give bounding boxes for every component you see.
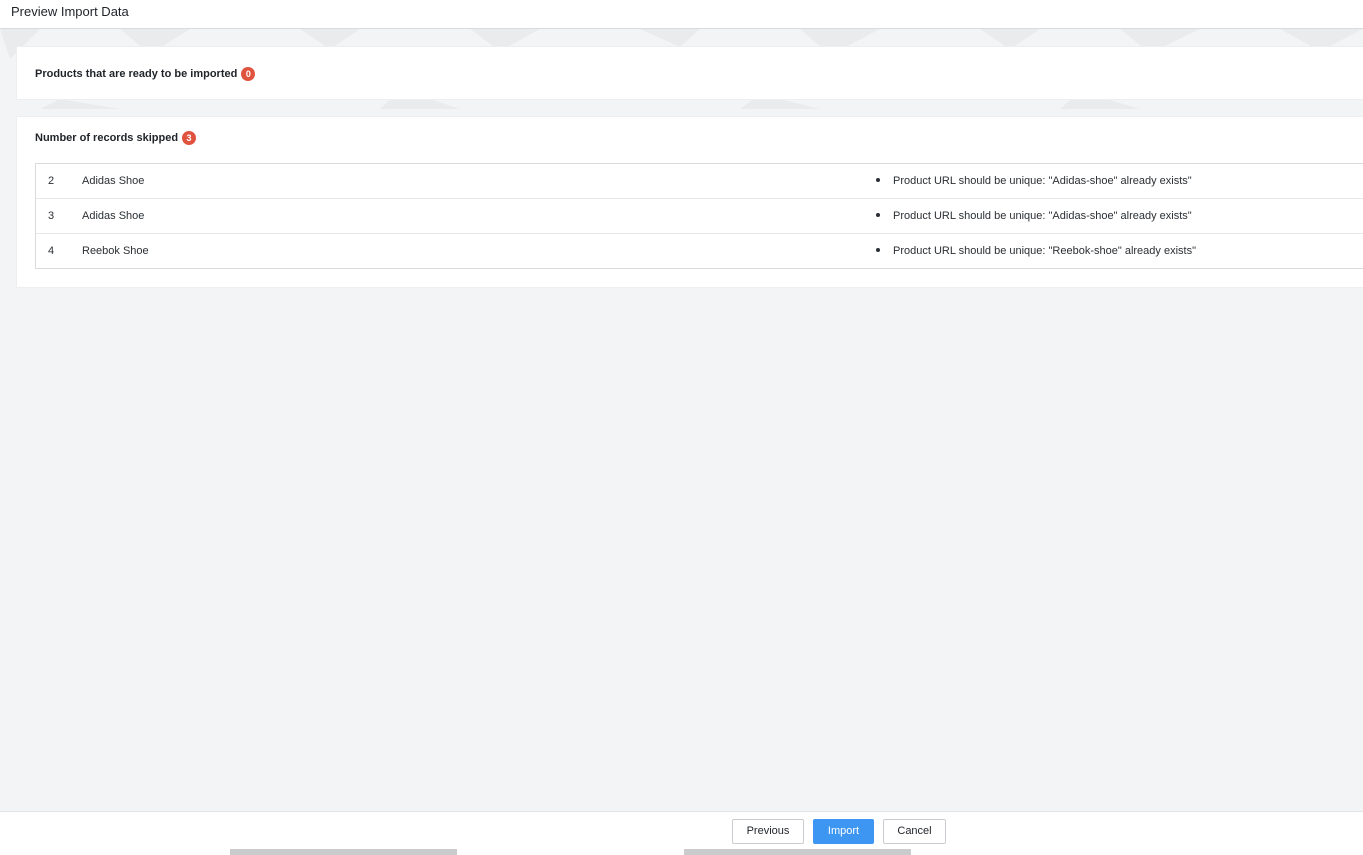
error-message: Product URL should be unique: "Reebok-sh… [876, 245, 1196, 258]
ready-to-import-card: Products that are ready to be imported 0 [17, 47, 1363, 99]
skipped-count-badge: 3 [182, 131, 197, 145]
import-preview-page: Preview Import Data Products that are re… [0, 0, 1363, 855]
error-message: Product URL should be unique: "Adidas-sh… [876, 175, 1192, 188]
error-text: Product URL should be unique: "Adidas-sh… [893, 175, 1192, 187]
records-skipped-heading: Number of records skipped 3 [35, 131, 197, 145]
row-number: 3 [48, 210, 55, 222]
bullet-icon [876, 213, 880, 218]
table-row: 4 Reebok Shoe Product URL should be uniq… [36, 234, 1363, 269]
bullet-icon [876, 178, 880, 183]
table-row: 2 Adidas Shoe Product URL should be uniq… [36, 164, 1363, 199]
ready-to-import-heading: Products that are ready to be imported 0 [35, 67, 256, 81]
scrollbar-segment[interactable] [684, 849, 911, 855]
row-number: 4 [48, 245, 55, 257]
error-text: Product URL should be unique: "Adidas-sh… [893, 210, 1192, 222]
records-skipped-card: Number of records skipped 3 2 Adidas Sho… [17, 117, 1363, 287]
previous-button[interactable]: Previous [732, 819, 804, 844]
horizontal-scrollbar[interactable] [0, 848, 1363, 855]
product-name: Reebok Shoe [82, 245, 149, 257]
error-message: Product URL should be unique: "Adidas-sh… [876, 210, 1192, 223]
row-number: 2 [48, 175, 55, 187]
page-header: Preview Import Data [0, 0, 1363, 29]
table-row: 3 Adidas Shoe Product URL should be uniq… [36, 199, 1363, 234]
product-name: Adidas Shoe [82, 210, 145, 222]
product-name: Adidas Shoe [82, 175, 145, 187]
skipped-records-table: 2 Adidas Shoe Product URL should be uniq… [35, 163, 1363, 269]
import-button[interactable]: Import [813, 819, 874, 844]
page-title: Preview Import Data [11, 4, 129, 19]
bullet-icon [876, 248, 880, 253]
cancel-button[interactable]: Cancel [883, 819, 946, 844]
action-footer: Previous Import Cancel [0, 811, 1363, 848]
ready-count-badge: 0 [241, 67, 256, 81]
error-text: Product URL should be unique: "Reebok-sh… [893, 245, 1196, 257]
records-skipped-label: Number of records skipped [35, 132, 179, 144]
scrollbar-segment[interactable] [230, 849, 457, 855]
ready-to-import-label: Products that are ready to be imported [35, 68, 238, 80]
